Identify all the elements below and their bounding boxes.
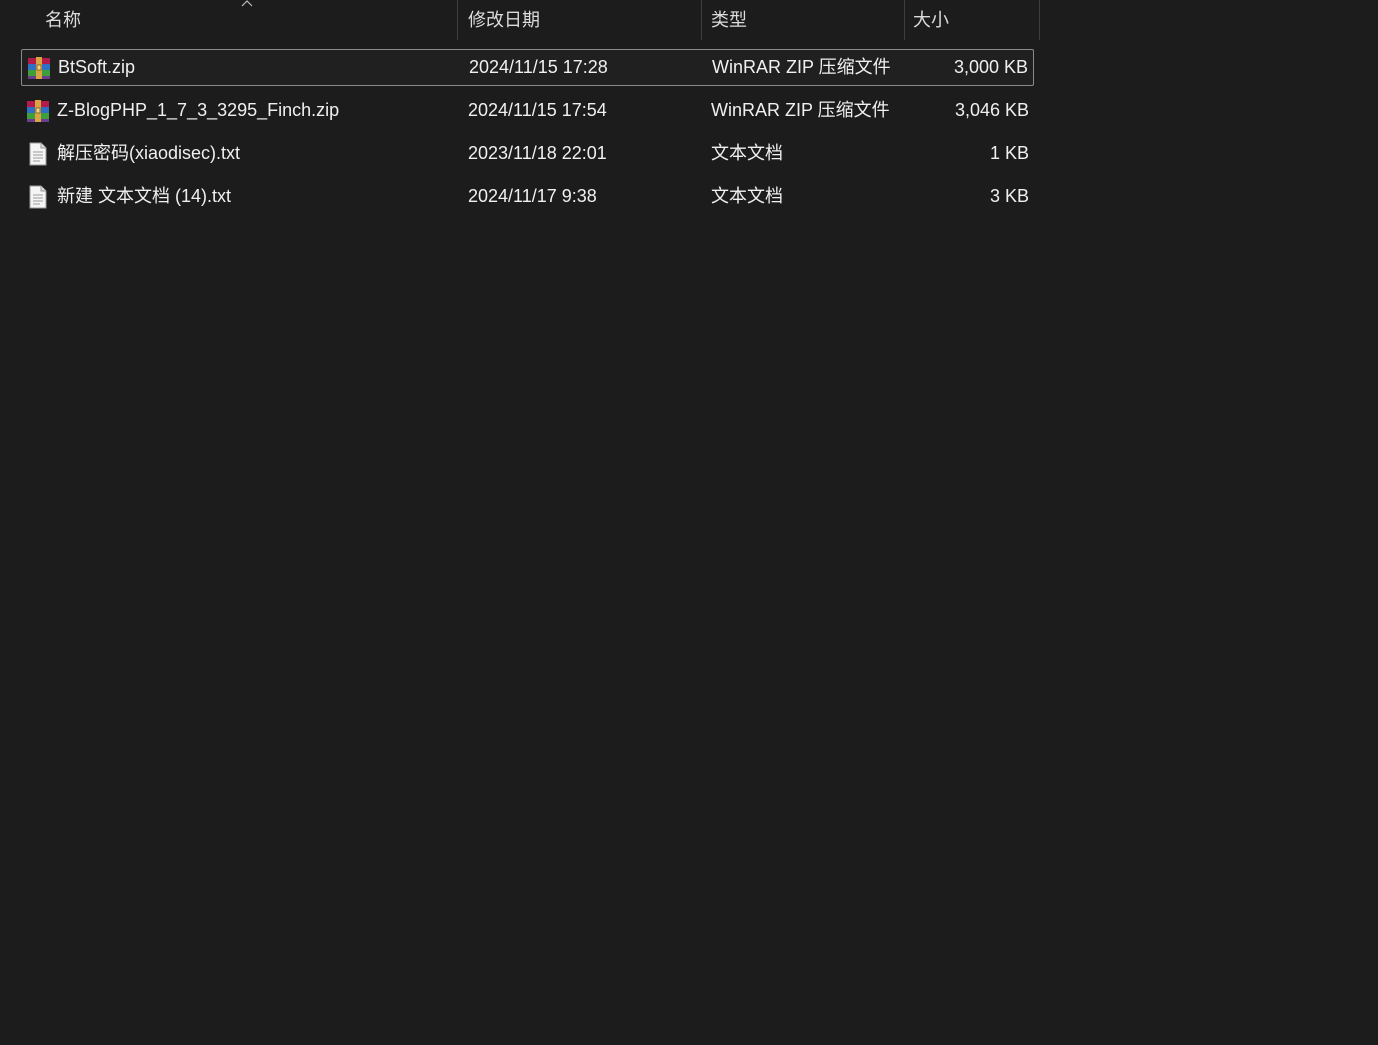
column-divider[interactable] [904,0,905,40]
file-explorer-details-view: 名称 修改日期 类型 大小 BtSoft.zip 2024/11/15 17:2… [0,0,1378,1045]
file-type: WinRAR ZIP 压缩文件 [711,100,890,120]
column-divider[interactable] [457,0,458,40]
winrar-zip-icon [26,99,50,123]
chevron-up-icon [241,0,253,8]
file-type: 文本文档 [711,143,783,163]
file-name: Z-BlogPHP_1_7_3_3295_Finch.zip [57,100,340,120]
column-header-name-label: 名称 [45,10,81,30]
file-type: 文本文档 [711,186,783,206]
winrar-zip-icon [27,56,51,80]
file-row[interactable]: BtSoft.zip 2024/11/15 17:28 WinRAR ZIP 压… [21,49,1034,86]
column-divider[interactable] [1039,0,1040,40]
file-row[interactable]: Z-BlogPHP_1_7_3_3295_Finch.zip 2024/11/1… [21,92,1034,129]
file-type: WinRAR ZIP 压缩文件 [712,57,891,77]
column-header-date[interactable]: 修改日期 [468,0,700,40]
file-size: 3,000 KB [953,57,1028,77]
file-date: 2024/11/17 9:38 [468,186,597,206]
text-file-icon [26,185,50,209]
file-date: 2024/11/15 17:28 [469,57,608,77]
file-size: 1 KB [989,143,1029,163]
column-header-bar: 名称 修改日期 类型 大小 [0,0,1040,40]
file-name: BtSoft.zip [58,57,136,77]
file-row[interactable]: 解压密码(xiaodisec).txt 2023/11/18 22:01 文本文… [21,135,1034,172]
column-header-size-label: 大小 [913,10,949,30]
file-date: 2023/11/18 22:01 [468,143,607,163]
text-file-icon [26,142,50,166]
file-name: 解压密码(xiaodisec).txt [57,143,241,163]
file-date: 2024/11/15 17:54 [468,100,607,120]
file-size: 3 KB [989,186,1029,206]
file-row[interactable]: 新建 文本文档 (14).txt 2024/11/17 9:38 文本文档 3 … [21,178,1034,215]
column-divider[interactable] [701,0,702,40]
column-header-type-label: 类型 [711,10,747,30]
column-header-size[interactable]: 大小 [913,0,1038,40]
column-header-type[interactable]: 类型 [711,0,903,40]
file-list: BtSoft.zip 2024/11/15 17:28 WinRAR ZIP 压… [21,49,1034,221]
file-name: 新建 文本文档 (14).txt [57,186,232,206]
file-size: 3,046 KB [954,100,1029,120]
column-header-date-label: 修改日期 [468,10,540,30]
